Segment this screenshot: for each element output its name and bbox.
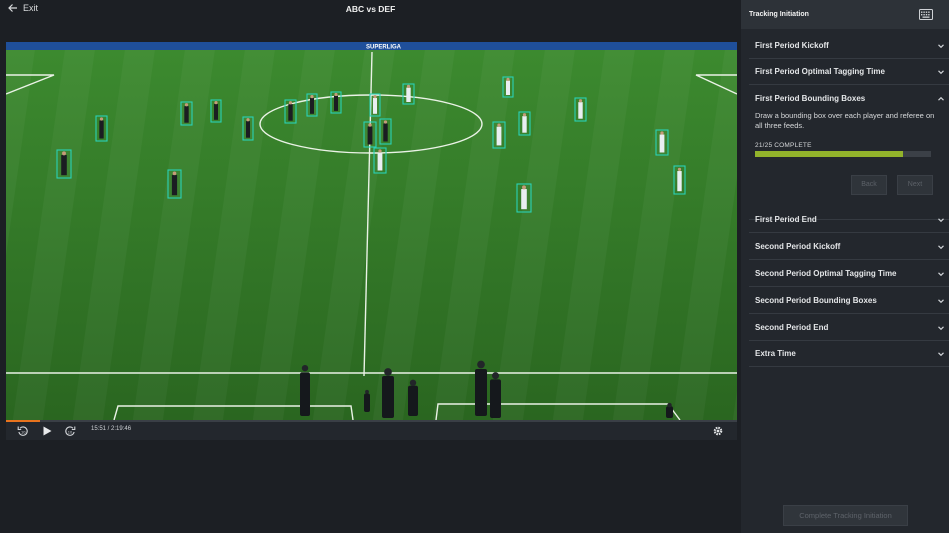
next-button[interactable]: Next bbox=[897, 175, 933, 195]
section-label: First Period Optimal Tagging Time bbox=[755, 67, 885, 76]
section-first-period-optimal-tagging-time[interactable]: First Period Optimal Tagging Time bbox=[749, 58, 949, 85]
top-bar: Exit ABC vs DEF bbox=[0, 0, 741, 18]
forward-10-icon[interactable]: 10 bbox=[64, 425, 76, 437]
tracking-panel: Tracking Initiation First Period Kickoff… bbox=[741, 0, 949, 533]
chevron-down-icon[interactable] bbox=[937, 68, 945, 76]
section-second-period-kickoff[interactable]: Second Period Kickoff bbox=[749, 233, 949, 260]
section-first-period-kickoff[interactable]: First Period Kickoff bbox=[749, 32, 949, 59]
completion-bar-fill bbox=[755, 151, 903, 157]
chevron-down-icon[interactable] bbox=[937, 350, 945, 358]
video-area: SUPERLIGA 10 10 15:51 / 2:19:46 bbox=[0, 18, 741, 533]
timecode: 15:51 / 2:19:46 bbox=[91, 426, 132, 432]
section-label: Extra Time bbox=[755, 349, 796, 358]
sideline-person bbox=[300, 364, 310, 416]
section-second-period-end[interactable]: Second Period End bbox=[749, 314, 949, 341]
completion-count: 21/25 COMPLETE bbox=[755, 142, 812, 149]
progress-bar[interactable] bbox=[6, 420, 737, 422]
chevron-up-icon[interactable] bbox=[937, 95, 945, 103]
keyboard-icon[interactable] bbox=[919, 9, 933, 20]
section-label: Second Period Kickoff bbox=[755, 242, 841, 251]
section-label: First Period Bounding Boxes bbox=[755, 94, 866, 103]
chevron-down-icon[interactable] bbox=[937, 297, 945, 305]
chevron-down-icon[interactable] bbox=[937, 42, 945, 50]
match-title: ABC vs DEF bbox=[345, 4, 396, 14]
panel-title: Tracking Initiation bbox=[749, 11, 809, 18]
panel-header: Tracking Initiation bbox=[741, 0, 949, 29]
section-second-period-bounding-boxes[interactable]: Second Period Bounding Boxes bbox=[749, 287, 949, 314]
section-label: Second Period End bbox=[755, 323, 829, 332]
complete-tracking-button[interactable]: Complete Tracking Initiation bbox=[783, 505, 908, 526]
svg-text:10: 10 bbox=[68, 430, 73, 435]
back-button[interactable]: Back bbox=[851, 175, 887, 195]
progress-fill bbox=[6, 420, 41, 422]
section-extra-time[interactable]: Extra Time bbox=[749, 340, 949, 367]
chevron-down-icon[interactable] bbox=[937, 324, 945, 332]
rewind-10-icon[interactable]: 10 bbox=[17, 425, 29, 437]
pitch-view: SUPERLIGA bbox=[6, 42, 737, 420]
chevron-down-icon[interactable] bbox=[937, 216, 945, 224]
section-label: First Period Kickoff bbox=[755, 41, 829, 50]
settings-gear-icon[interactable] bbox=[712, 425, 724, 437]
play-icon[interactable] bbox=[41, 425, 53, 437]
ad-board-text: SUPERLIGA bbox=[366, 45, 402, 51]
video-player[interactable]: SUPERLIGA bbox=[6, 42, 737, 420]
player-controls: 10 10 15:51 / 2:19:46 bbox=[6, 420, 737, 440]
app-window: Exit ABC vs DEF SUPERLIGA 10 10 15:51 / … bbox=[0, 0, 949, 533]
svg-text:10: 10 bbox=[21, 430, 26, 435]
chevron-down-icon[interactable] bbox=[937, 243, 945, 251]
section-label: Second Period Optimal Tagging Time bbox=[755, 269, 897, 278]
chevron-down-icon[interactable] bbox=[937, 270, 945, 278]
section-label: Second Period Bounding Boxes bbox=[755, 296, 877, 305]
section-label: First Period End bbox=[755, 215, 817, 224]
section-second-period-optimal-tagging-time[interactable]: Second Period Optimal Tagging Time bbox=[749, 260, 949, 287]
section-first-period-end[interactable]: First Period End bbox=[749, 206, 949, 233]
completion-bar bbox=[755, 151, 931, 157]
section-description: Draw a bounding box over each player and… bbox=[755, 111, 935, 130]
